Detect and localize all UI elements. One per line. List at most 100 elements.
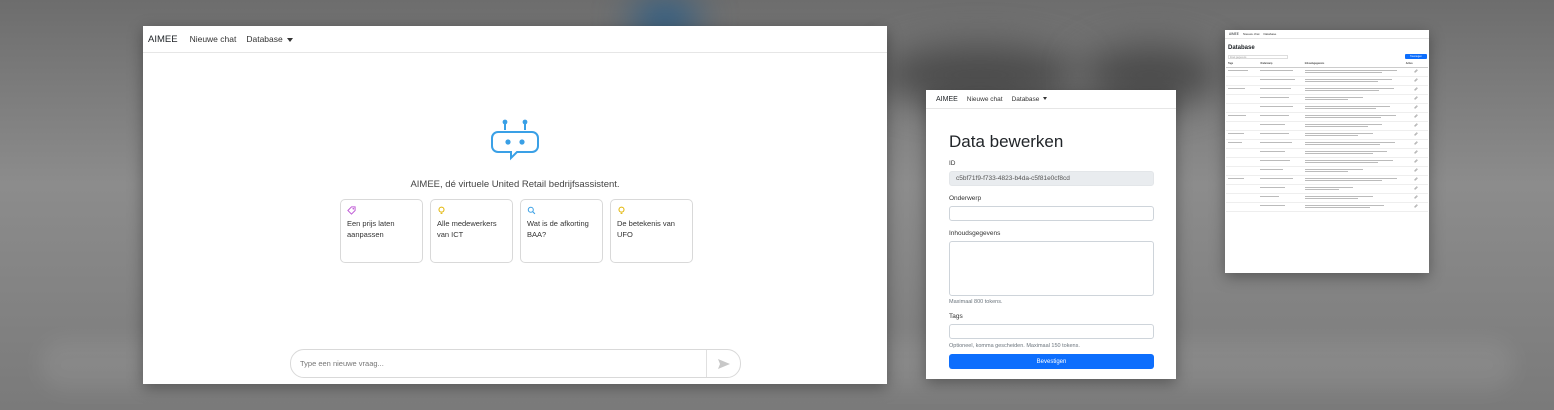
- cell-text-placeholder: [1304, 152, 1373, 155]
- cell-text-placeholder: [1260, 96, 1289, 98]
- edit-icon[interactable]: [1414, 113, 1418, 119]
- edit-icon[interactable]: [1414, 122, 1418, 128]
- edit-icon[interactable]: [1414, 167, 1418, 173]
- edit-icon[interactable]: [1414, 203, 1418, 209]
- table-row[interactable]: [1226, 148, 1428, 158]
- lightbulb-icon: [437, 206, 506, 217]
- table-row[interactable]: [1226, 112, 1428, 122]
- edit-icon[interactable]: [1414, 86, 1418, 92]
- page-title: Data bewerken: [949, 132, 1064, 151]
- suggestion-card[interactable]: De betekenis van UFO: [610, 199, 693, 263]
- database-search-input[interactable]: Zoek gegevens: [1228, 54, 1288, 59]
- database-content: Database Zoek gegevens Toevoegen Tags On…: [1225, 45, 1429, 212]
- tags-help-text: Optioneel, komma gescheiden. Maximaal 15…: [949, 343, 1080, 349]
- table-row[interactable]: [1226, 193, 1428, 203]
- cell-text-placeholder: [1304, 80, 1378, 83]
- table-cell: [1302, 184, 1404, 194]
- tags-field[interactable]: [949, 324, 1154, 339]
- cell-text-placeholder: [1260, 132, 1289, 134]
- nav-database-label: Database: [246, 34, 283, 44]
- table-row[interactable]: [1226, 175, 1428, 185]
- cell-text-placeholder: [1304, 71, 1383, 74]
- edit-icon[interactable]: [1414, 68, 1418, 74]
- suggestion-card[interactable]: Wat is de afkorting BAA?: [520, 199, 603, 263]
- edit-icon[interactable]: [1414, 149, 1418, 155]
- table-row[interactable]: [1226, 76, 1428, 86]
- edit-icon[interactable]: [1414, 131, 1418, 137]
- suggestion-card[interactable]: Een prijs laten aanpassen: [340, 199, 423, 263]
- subject-label: Onderwerp: [949, 195, 982, 202]
- table-row[interactable]: [1226, 121, 1428, 131]
- table-row[interactable]: [1226, 166, 1428, 176]
- table-cell: [1302, 148, 1404, 158]
- table-row[interactable]: [1226, 202, 1428, 212]
- table-cell: [1302, 157, 1404, 167]
- cell-text-placeholder: [1260, 204, 1286, 206]
- table-row[interactable]: [1226, 85, 1428, 95]
- send-button[interactable]: [706, 350, 740, 377]
- database-table: Tags Onderwerp Inhoudsgegevens Acties: [1226, 62, 1428, 212]
- cell-text-placeholder: [1304, 87, 1394, 89]
- table-row[interactable]: [1226, 157, 1428, 167]
- subject-field[interactable]: [949, 206, 1154, 221]
- table-row[interactable]: [1226, 139, 1428, 149]
- cell-text-placeholder: [1304, 179, 1383, 182]
- nav-database-dropdown[interactable]: Database: [1012, 96, 1048, 103]
- edit-icon[interactable]: [1414, 194, 1418, 200]
- chat-input[interactable]: [291, 359, 706, 368]
- edit-window: AIMEE Nieuwe chat Database Data bewerken…: [926, 90, 1176, 379]
- table-cell: [1226, 67, 1259, 77]
- table-row[interactable]: [1226, 184, 1428, 194]
- table-cell: [1302, 67, 1404, 77]
- table-cell: [1226, 112, 1259, 122]
- cell-text-placeholder: [1304, 98, 1349, 101]
- suggestion-label: De betekenis van UFO: [617, 219, 675, 239]
- brand-logo-text[interactable]: AIMEE: [1229, 32, 1239, 36]
- suggestion-card[interactable]: Alle medewerkers van ICT: [430, 199, 513, 263]
- edit-icon[interactable]: [1414, 158, 1418, 164]
- nav-new-chat[interactable]: Nieuwe chat: [967, 96, 1003, 103]
- table-cell: [1258, 103, 1303, 113]
- table-row[interactable]: [1226, 94, 1428, 104]
- nav-new-chat[interactable]: Nieuwe chat: [1243, 32, 1260, 36]
- submit-button[interactable]: Bevestigen: [949, 354, 1154, 369]
- nav-database-dropdown[interactable]: Database: [246, 34, 293, 44]
- edit-icon[interactable]: [1414, 104, 1418, 110]
- edit-icon[interactable]: [1414, 95, 1418, 101]
- nav-new-chat[interactable]: Nieuwe chat: [190, 34, 237, 44]
- edit-icon[interactable]: [1414, 77, 1418, 83]
- table-cell: [1226, 166, 1259, 176]
- id-field: c5bf71f9-f733-4823-b4da-c5f81e0cf8cd: [949, 171, 1154, 186]
- edit-action-cell: [1403, 184, 1428, 194]
- tag-icon: [347, 206, 416, 217]
- cell-text-placeholder: [1304, 114, 1396, 116]
- cell-text-placeholder: [1304, 107, 1376, 110]
- suggestion-cards: Een prijs laten aanpassen Alle medewerke…: [340, 199, 693, 263]
- table-cell: [1258, 148, 1303, 158]
- brand-logo-text[interactable]: AIMEE: [936, 96, 958, 103]
- table-body: [1226, 67, 1428, 212]
- cell-text-placeholder: [1260, 141, 1292, 143]
- table-row[interactable]: [1226, 67, 1428, 77]
- table-cell: [1258, 175, 1303, 185]
- edit-icon[interactable]: [1414, 185, 1418, 191]
- content-textarea[interactable]: [949, 241, 1154, 296]
- cell-text-placeholder: [1228, 177, 1245, 179]
- table-cell: [1226, 85, 1259, 95]
- nav-database-dropdown[interactable]: Database: [1263, 32, 1276, 36]
- table-row[interactable]: [1226, 103, 1428, 113]
- table-row[interactable]: [1226, 130, 1428, 140]
- chat-window: AIMEE Nieuwe chat Database AIMEE, dé vir…: [143, 26, 887, 384]
- id-value: c5bf71f9-f733-4823-b4da-c5f81e0cf8cd: [956, 175, 1070, 182]
- table-cell: [1302, 166, 1404, 176]
- cell-text-placeholder: [1260, 195, 1279, 197]
- cell-text-placeholder: [1228, 114, 1247, 116]
- table-cell: [1226, 103, 1259, 113]
- add-button[interactable]: Toevoegen: [1405, 54, 1427, 59]
- brand-logo-text[interactable]: AIMEE: [148, 34, 178, 45]
- edit-icon[interactable]: [1414, 140, 1418, 146]
- edit-icon[interactable]: [1414, 176, 1418, 182]
- table-cell: [1302, 175, 1404, 185]
- tags-label: Tags: [949, 313, 963, 320]
- edit-action-cell: [1403, 148, 1428, 158]
